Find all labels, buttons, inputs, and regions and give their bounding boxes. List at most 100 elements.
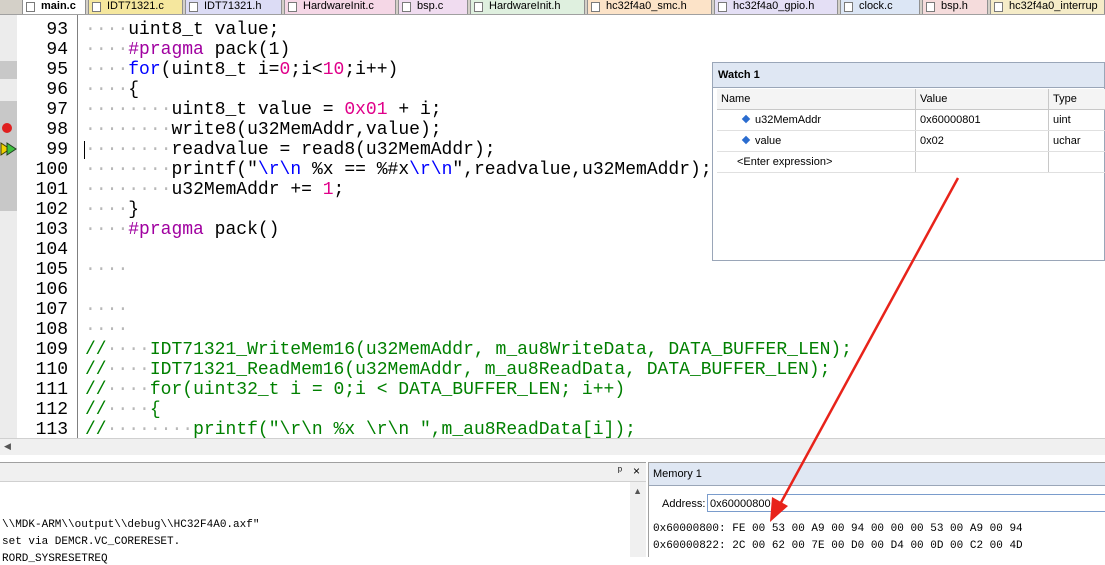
memory-row: 0x60000822: 2C 00 62 00 7E 00 D0 00 D4 0… <box>653 540 1023 552</box>
line-number: 103 <box>35 220 68 240</box>
code-text[interactable]: ····{ <box>85 80 139 100</box>
file-icon <box>26 2 35 12</box>
code-text[interactable]: ····for(uint8_t i=0;i<10;i++) <box>85 60 398 80</box>
scroll-up-icon[interactable]: ▲ <box>633 486 642 496</box>
code-text[interactable]: //········printf("\r\n %x \r\n ",m_au8Re… <box>85 420 636 440</box>
line-number: 102 <box>35 200 68 220</box>
tab-idt71321-c[interactable]: IDT71321.c <box>88 0 183 14</box>
code-line[interactable]: 105 ···· <box>0 260 1105 280</box>
code-line[interactable]: 111 //····for(uint32_t i = 0;i < DATA_BUF… <box>0 380 1105 400</box>
code-text[interactable]: ···· <box>85 320 128 340</box>
line-number: 93 <box>46 20 68 40</box>
memory-row: 0x60000800: FE 00 53 00 A9 00 94 00 00 0… <box>653 523 1023 535</box>
watch-var-value[interactable]: 0x02 <box>916 131 1049 151</box>
memory-title: Memory 1 <box>649 463 1105 486</box>
code-text[interactable]: ····#pragma pack() <box>85 220 280 240</box>
line-number: 95 <box>46 60 68 80</box>
build-output-panel: ᵖ × ▲ \\MDK-ARM\\output\\debug\\HC32F4A0… <box>0 462 646 565</box>
watch-var-type: uchar <box>1053 135 1081 147</box>
file-icon <box>288 2 297 12</box>
line-number: 112 <box>35 400 68 420</box>
watch-col-type[interactable]: Type <box>1049 89 1105 109</box>
output-vertical-scrollbar[interactable]: ▲ <box>630 482 646 557</box>
line-number: 105 <box>35 260 68 280</box>
scroll-left-icon[interactable]: ◀ <box>4 441 11 452</box>
watch-row[interactable]: u32MemAddr 0x60000801 uint <box>717 110 1105 131</box>
code-text[interactable]: ········write8(u32MemAddr,value); <box>85 120 442 140</box>
tab-hardwareinit-c[interactable]: HardwareInit.c <box>284 0 396 14</box>
code-line[interactable]: 113 //········printf("\r\n %x \r\n ",m_au… <box>0 420 1105 440</box>
line-number: 97 <box>46 100 68 120</box>
file-icon <box>402 2 411 12</box>
code-text[interactable]: ········u32MemAddr += 1; <box>85 180 344 200</box>
file-icon <box>844 2 853 12</box>
output-line: \\MDK-ARM\\output\\debug\\HC32F4A0.axf" <box>2 519 260 531</box>
code-line[interactable]: 106 <box>0 280 1105 300</box>
editor-horizontal-scrollbar[interactable]: ◀ <box>0 438 1105 455</box>
tab-bsp-h[interactable]: bsp.h <box>922 0 988 14</box>
code-line[interactable]: 108 ···· <box>0 320 1105 340</box>
line-number: 106 <box>35 280 68 300</box>
code-text[interactable]: ········printf("\r\n %x == %#x\r\n",read… <box>85 160 712 180</box>
code-text[interactable]: ····} <box>85 200 139 220</box>
line-number: 107 <box>35 300 68 320</box>
code-text[interactable]: ········readvalue = read8(u32MemAddr); <box>85 140 496 160</box>
tab-hc32f4a0-gpio-h[interactable]: hc32f4a0_gpio.h <box>714 0 838 14</box>
line-number: 99 <box>46 140 68 160</box>
watch-enter-expression-row[interactable]: <Enter expression> <box>717 152 1105 173</box>
close-icon[interactable]: × <box>633 464 640 478</box>
line-number: 96 <box>46 80 68 100</box>
file-icon <box>189 2 198 12</box>
tab-hc32f4a0-smc-h[interactable]: hc32f4a0_smc.h <box>587 0 712 14</box>
line-number: 100 <box>35 160 68 180</box>
watch-col-value[interactable]: Value <box>916 89 1049 109</box>
watch-row[interactable]: value 0x02 uchar <box>717 131 1105 152</box>
address-input[interactable]: 0x60000800 <box>707 494 1105 512</box>
code-line[interactable]: 94 ····#pragma pack(1) <box>0 40 1105 60</box>
output-line: RORD_SYSRESETREQ <box>2 553 108 565</box>
code-text[interactable]: ···· <box>85 300 128 320</box>
code-line[interactable]: 112 //····{ <box>0 400 1105 420</box>
code-text[interactable]: ···· <box>85 260 128 280</box>
watch-title: Watch 1 <box>713 63 1104 88</box>
watch-var-value[interactable]: 0x60000801 <box>916 110 1049 130</box>
tab-bsp-c[interactable]: bsp.c <box>398 0 468 14</box>
tab-hc32f4a0-interrupt[interactable]: hc32f4a0_interrup <box>990 0 1105 14</box>
line-number: 111 <box>35 380 68 400</box>
code-line[interactable]: 110 //····IDT71321_ReadMem16(u32MemAddr, … <box>0 360 1105 380</box>
watch-header-row: Name Value Type <box>717 89 1105 110</box>
code-line[interactable]: 107 ···· <box>0 300 1105 320</box>
code-text[interactable]: ····uint8_t value; <box>85 20 279 40</box>
tab-main-c[interactable]: main.c <box>22 0 86 14</box>
file-icon <box>994 2 1003 12</box>
code-text[interactable]: ········uint8_t value = 0x01 + i; <box>85 100 442 120</box>
file-icon <box>718 2 727 12</box>
output-line: set via DEMCR.VC_CORERESET. <box>2 536 181 548</box>
line-number: 110 <box>35 360 68 380</box>
code-line[interactable]: 109 //····IDT71321_WriteMem16(u32MemAddr,… <box>0 340 1105 360</box>
tab-hardwareinit-h[interactable]: HardwareInit.h <box>470 0 585 14</box>
build-output-header: ᵖ × <box>0 463 646 482</box>
memory-window: Memory 1 Address: 0x60000800 0x60000800:… <box>648 462 1105 557</box>
pin-icon[interactable]: ᵖ <box>618 465 622 477</box>
line-number: 94 <box>46 40 68 60</box>
code-line[interactable]: 93 ····uint8_t value; <box>0 20 1105 40</box>
file-icon <box>474 2 483 12</box>
code-text[interactable]: //····IDT71321_WriteMem16(u32MemAddr, m_… <box>85 340 852 360</box>
watch-var-type: uint <box>1053 114 1071 126</box>
code-text[interactable]: //····for(uint32_t i = 0;i < DATA_BUFFER… <box>85 380 625 400</box>
watch-table: Name Value Type u32MemAddr 0x60000801 ui… <box>717 89 1105 173</box>
tab-idt71321-h[interactable]: IDT71321.h <box>185 0 282 14</box>
address-label: Address: <box>662 498 706 510</box>
variable-icon <box>741 135 751 145</box>
code-text[interactable]: ····#pragma pack(1) <box>85 40 290 60</box>
line-number: 98 <box>46 120 68 140</box>
watch-col-name[interactable]: Name <box>717 89 916 109</box>
file-tab-bar: main.c IDT71321.c IDT71321.h HardwareIni… <box>0 0 1105 15</box>
text-cursor <box>84 141 85 159</box>
enter-expression[interactable]: <Enter expression> <box>717 152 916 172</box>
file-icon <box>926 2 935 12</box>
tab-clock-c[interactable]: clock.c <box>840 0 920 14</box>
code-text[interactable]: //····IDT71321_ReadMem16(u32MemAddr, m_a… <box>85 360 830 380</box>
code-text[interactable]: //····{ <box>85 400 161 420</box>
